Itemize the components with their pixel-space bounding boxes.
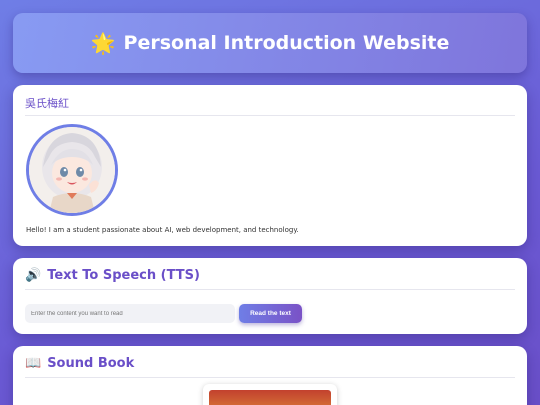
star-icon: 🌟 <box>90 31 116 55</box>
page-header: 🌟 Personal Introduction Website <box>13 13 527 73</box>
sound-book-title-text: Sound Book <box>47 356 135 371</box>
tts-title-text: Text To Speech (TTS) <box>47 268 200 283</box>
tts-form: Read the text <box>25 304 515 323</box>
profile-name: 吳氏梅紅 <box>25 95 515 116</box>
sound-book-card: 📖 Sound Book <box>13 346 527 405</box>
book-cover-image <box>209 390 331 405</box>
avatar <box>26 124 118 216</box>
page-title: Personal Introduction Website <box>123 32 450 54</box>
speaker-icon: 🔊 <box>25 268 42 283</box>
book-item[interactable] <box>203 384 337 405</box>
book-icon: 📖 <box>25 356 42 371</box>
tts-input[interactable] <box>25 304 235 323</box>
tts-title: 🔊 Text To Speech (TTS) <box>25 268 515 290</box>
avatar-illustration <box>29 127 115 213</box>
sound-book-title: 📖 Sound Book <box>25 356 515 378</box>
read-text-button[interactable]: Read the text <box>239 304 302 323</box>
tts-card: 🔊 Text To Speech (TTS) Read the text <box>13 258 527 334</box>
profile-card: 吳氏梅紅 Hello! I am a student passionate ab… <box>13 85 527 246</box>
bio-text: Hello! I am a student passionate about A… <box>26 226 299 234</box>
